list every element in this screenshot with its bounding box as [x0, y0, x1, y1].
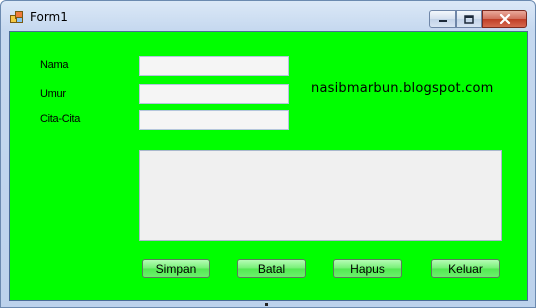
- keluar-button[interactable]: Keluar: [431, 259, 500, 278]
- output-textarea[interactable]: [139, 150, 502, 241]
- blog-watermark: nasibmarbun.blogspot.com: [311, 81, 494, 96]
- batal-button[interactable]: Batal: [237, 259, 306, 278]
- nama-input[interactable]: [139, 56, 289, 76]
- form-client-area: Nama Umur Cita-Cita nasibmarbun.blogspot…: [9, 31, 528, 301]
- umur-input[interactable]: [139, 84, 289, 104]
- cursor-dot: [265, 303, 268, 306]
- hapus-button[interactable]: Hapus: [333, 259, 402, 278]
- cita-cita-input[interactable]: [139, 110, 289, 130]
- minimize-icon: [438, 20, 447, 22]
- app-icon[interactable]: [10, 11, 24, 23]
- cita-cita-label: Cita-Cita: [40, 113, 81, 125]
- umur-label: Umur: [40, 88, 66, 100]
- window-title: Form1: [30, 10, 68, 24]
- minimize-button[interactable]: [429, 10, 456, 28]
- simpan-button[interactable]: Simpan: [142, 259, 210, 278]
- close-icon: [499, 14, 510, 24]
- nama-label: Nama: [40, 59, 69, 71]
- title-bar[interactable]: Form1: [1, 1, 535, 31]
- maximize-button[interactable]: [456, 10, 482, 28]
- close-button[interactable]: [482, 10, 527, 28]
- maximize-icon: [464, 14, 474, 24]
- form-window: Form1 Nama Umur Cita-Cita nasibmarbun.bl…: [0, 0, 536, 308]
